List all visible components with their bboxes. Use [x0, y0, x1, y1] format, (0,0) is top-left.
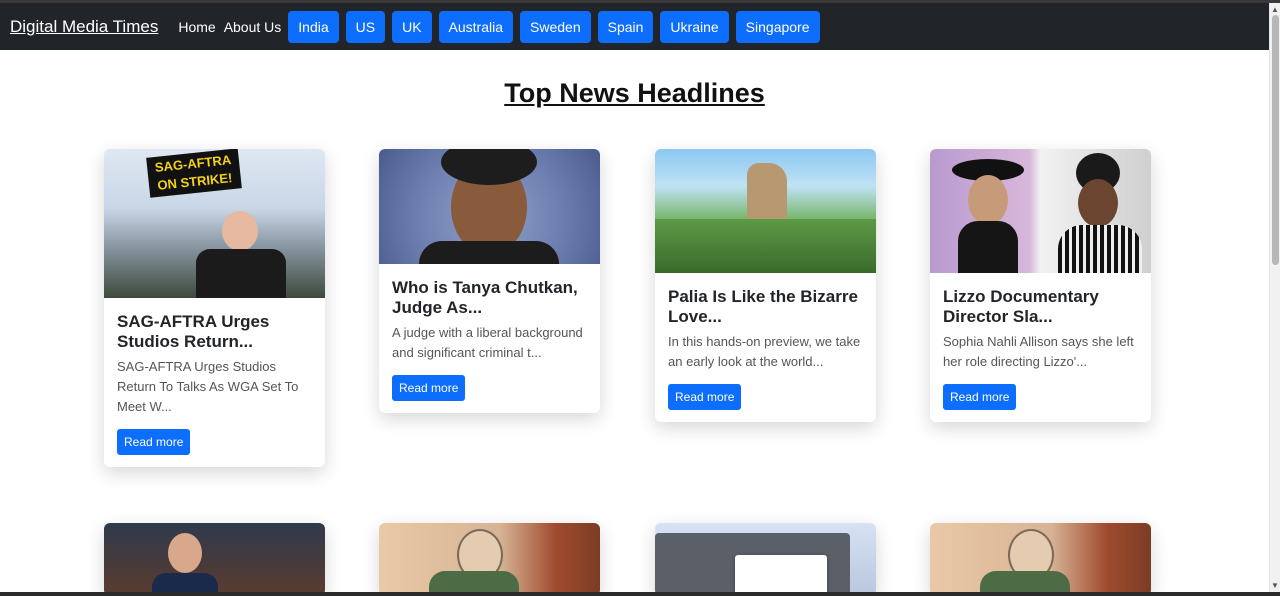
news-card	[104, 523, 325, 596]
news-card: SAG-AFTRA ON STRIKE! SAG-AFTRA Urges Stu…	[104, 149, 325, 467]
scroll-thumb[interactable]	[1272, 15, 1279, 265]
person-dress-image	[958, 221, 1018, 273]
person-face-image	[168, 533, 202, 573]
vertical-scrollbar[interactable]: ▲ ▼	[1269, 3, 1280, 593]
news-card-body: Who is Tanya Chutkan, Judge As... A judg…	[379, 264, 600, 413]
news-card-description: SAG-AFTRA Urges Studios Return To Talks …	[117, 359, 299, 414]
news-card-description: A judge with a liberal background and si…	[392, 325, 583, 360]
person-hair-image	[441, 149, 537, 185]
news-card-body: Lizzo Documentary Director Sla... Sophia…	[930, 273, 1151, 422]
news-card	[379, 523, 600, 596]
person-face-image	[222, 211, 258, 251]
person-dress-image	[1058, 225, 1142, 273]
read-more-button[interactable]: Read more	[668, 384, 742, 410]
news-card: Who is Tanya Chutkan, Judge As... A judg…	[379, 149, 600, 413]
downloads-panel-image	[735, 555, 827, 596]
country-button-sweden[interactable]: Sweden	[520, 10, 591, 43]
news-card-title[interactable]: SAG-AFTRA Urges Studios Return...	[117, 312, 312, 352]
news-card-body: SAG-AFTRA Urges Studios Return... SAG-AF…	[104, 298, 325, 467]
person-jacket-image	[419, 241, 559, 264]
country-button-uk[interactable]: UK	[392, 10, 432, 43]
news-card-image[interactable]	[379, 523, 600, 596]
scroll-down-icon[interactable]: ▼	[1271, 581, 1279, 591]
read-more-button[interactable]: Read more	[943, 384, 1017, 410]
news-card-image[interactable]	[930, 149, 1151, 273]
person-face-image	[968, 175, 1008, 225]
window-bottom-edge	[0, 592, 1280, 596]
news-card-image[interactable]	[104, 523, 325, 596]
country-button-us[interactable]: US	[345, 10, 386, 43]
news-card-image[interactable]	[655, 523, 876, 596]
meadow-image	[655, 219, 876, 273]
strike-sign-image: SAG-AFTRA ON STRIKE!	[146, 149, 242, 198]
news-card-title[interactable]: Palia Is Like the Bizarre Love...	[668, 287, 863, 327]
country-button-spain[interactable]: Spain	[597, 10, 654, 43]
news-card-title[interactable]: Who is Tanya Chutkan, Judge As...	[392, 278, 587, 318]
country-button-australia[interactable]: Australia	[438, 10, 514, 43]
news-card: Lizzo Documentary Director Sla... Sophia…	[930, 149, 1151, 422]
news-card	[930, 523, 1151, 596]
news-card-description: In this hands-on preview, we take an ear…	[668, 334, 861, 369]
news-card-title[interactable]: Lizzo Documentary Director Sla...	[943, 287, 1138, 327]
page-title: Top News Headlines	[504, 78, 765, 108]
brand-link[interactable]: Digital Media Times	[10, 17, 158, 37]
news-card-image[interactable]: SAG-AFTRA ON STRIKE!	[104, 149, 325, 298]
news-card-description: Sophia Nahli Allison says she left her r…	[943, 334, 1134, 369]
person-shirt-image	[196, 249, 286, 298]
news-card-image[interactable]	[930, 523, 1151, 596]
person-face-image	[1078, 179, 1118, 227]
news-card-body: Palia Is Like the Bizarre Love... In thi…	[655, 273, 876, 422]
news-card-image[interactable]	[379, 149, 600, 264]
nav-home-link[interactable]: Home	[178, 19, 215, 35]
country-button-ukraine[interactable]: Ukraine	[660, 10, 729, 43]
country-button-singapore[interactable]: Singapore	[735, 10, 820, 43]
news-card-image[interactable]	[655, 149, 876, 273]
news-card	[655, 523, 876, 596]
country-button-india[interactable]: India	[288, 10, 339, 43]
navbar: Digital Media Times Home About Us India …	[0, 3, 1269, 50]
read-more-button[interactable]: Read more	[392, 375, 466, 401]
news-card: Palia Is Like the Bizarre Love... In thi…	[655, 149, 876, 422]
scroll-up-icon[interactable]: ▲	[1271, 5, 1279, 15]
read-more-button[interactable]: Read more	[117, 429, 191, 455]
nav-about-link[interactable]: About Us	[224, 19, 282, 35]
strike-sign-text: SAG-AFTRA ON STRIKE!	[154, 152, 234, 193]
